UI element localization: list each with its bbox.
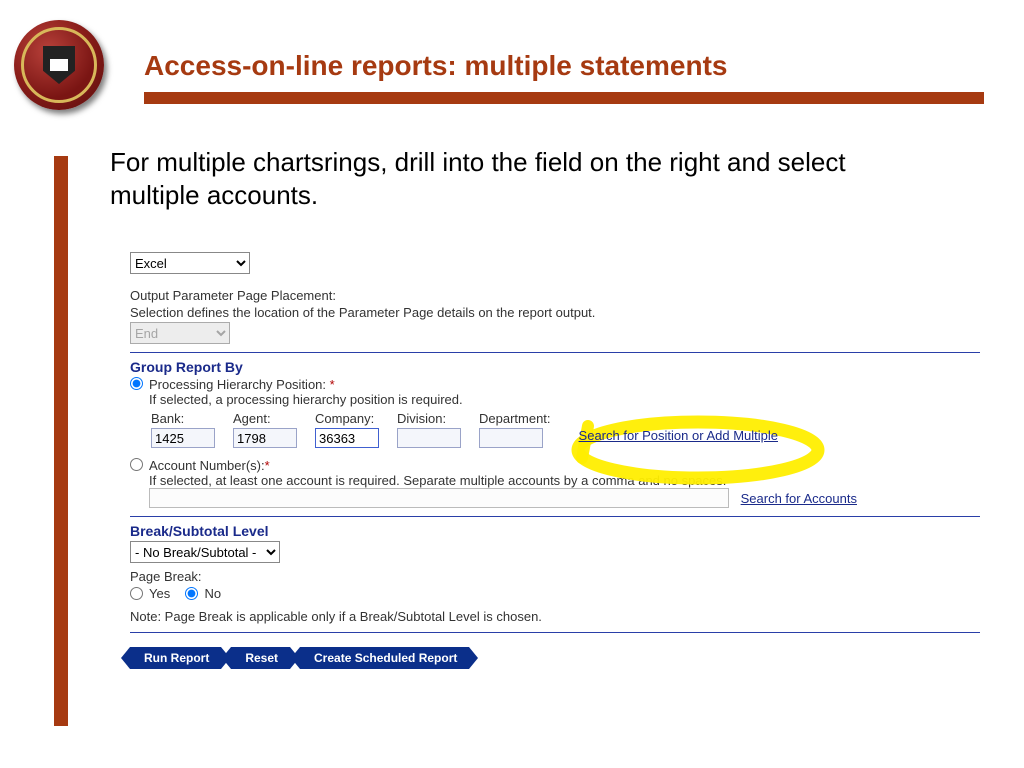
reset-button[interactable]: Reset xyxy=(231,647,290,669)
institution-seal-icon xyxy=(14,20,104,110)
acct-help: If selected, at least one account is req… xyxy=(149,473,726,488)
page-break-no[interactable] xyxy=(185,587,198,600)
run-report-button[interactable]: Run Report xyxy=(130,647,221,669)
company-input[interactable] xyxy=(315,428,379,448)
acct-label: Account Number(s):* xyxy=(149,458,270,473)
output-pp-help: Selection defines the location of the Pa… xyxy=(130,305,980,320)
department-label: Department: xyxy=(479,411,567,426)
yes-label: Yes xyxy=(149,586,170,601)
search-accounts-link[interactable]: Search for Accounts xyxy=(741,491,857,506)
break-subtotal-select[interactable]: - No Break/Subtotal - xyxy=(130,541,280,563)
output-pp-label: Output Parameter Page Placement: xyxy=(130,288,980,303)
page-break-label: Page Break: xyxy=(130,569,980,584)
department-input[interactable] xyxy=(479,428,543,448)
division-label: Division: xyxy=(397,411,477,426)
proc-hier-help: If selected, a processing hierarchy posi… xyxy=(149,392,463,407)
radio-processing-hierarchy[interactable] xyxy=(130,377,143,390)
output-format-select[interactable]: Excel xyxy=(130,252,250,274)
company-label: Company: xyxy=(315,411,395,426)
placement-select[interactable]: End xyxy=(130,322,230,344)
intro-text: For multiple chartsrings, drill into the… xyxy=(110,146,930,211)
hierarchy-fields: Bank: Agent: Company: Division: Departme… xyxy=(149,409,796,450)
bank-input[interactable] xyxy=(151,428,215,448)
report-form: Excel Output Parameter Page Placement: S… xyxy=(130,250,980,669)
section-divider xyxy=(130,632,980,633)
group-report-by-title: Group Report By xyxy=(130,359,980,375)
section-divider xyxy=(130,352,980,353)
title-underline xyxy=(144,92,984,104)
search-position-link[interactable]: Search for Position or Add Multiple xyxy=(579,428,778,443)
no-label: No xyxy=(204,586,221,601)
account-numbers-input[interactable] xyxy=(149,488,729,508)
proc-hier-label: Processing Hierarchy Position: * xyxy=(149,377,335,392)
page-break-note: Note: Page Break is applicable only if a… xyxy=(130,609,980,624)
agent-label: Agent: xyxy=(233,411,313,426)
slide-header: Access-on-line reports: multiple stateme… xyxy=(0,0,1024,110)
agent-input[interactable] xyxy=(233,428,297,448)
division-input[interactable] xyxy=(397,428,461,448)
page-break-yes[interactable] xyxy=(130,587,143,600)
bank-label: Bank: xyxy=(151,411,231,426)
break-subtotal-title: Break/Subtotal Level xyxy=(130,523,980,539)
create-scheduled-report-button[interactable]: Create Scheduled Report xyxy=(300,647,469,669)
left-accent-bar xyxy=(54,156,68,726)
slide-title: Access-on-line reports: multiple stateme… xyxy=(144,50,727,82)
radio-account-numbers[interactable] xyxy=(130,458,143,471)
section-divider xyxy=(130,516,980,517)
